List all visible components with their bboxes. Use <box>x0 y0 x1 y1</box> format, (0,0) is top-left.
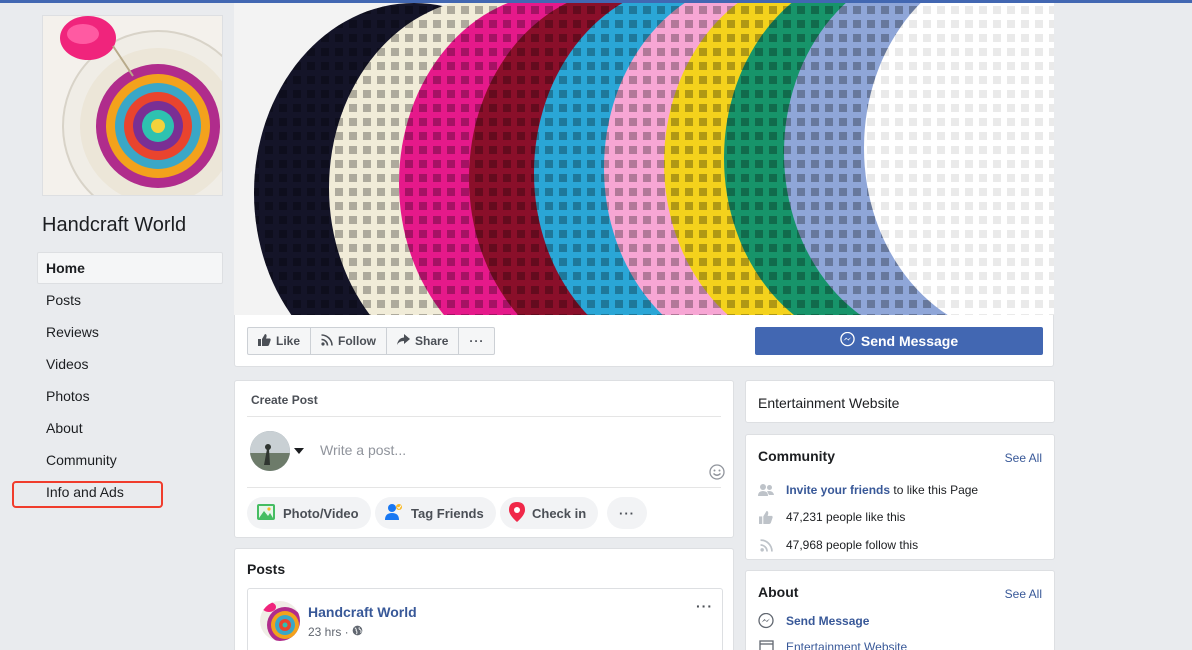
page-profile-picture[interactable] <box>42 15 223 196</box>
chevron-down-icon[interactable] <box>294 448 304 454</box>
follows-count-text: 47,968 people follow this <box>786 538 919 552</box>
sidebar-item-home[interactable]: Home <box>37 252 223 284</box>
post-author-link[interactable]: Handcraft World <box>308 604 417 620</box>
follow-label: Follow <box>338 334 377 348</box>
send-message-label: Send Message <box>860 333 959 349</box>
community-see-all-link[interactable]: See All <box>1005 451 1042 465</box>
messenger-icon <box>758 613 774 629</box>
divider <box>247 487 721 488</box>
rss-icon <box>321 333 333 349</box>
like-button[interactable]: Like <box>248 328 312 354</box>
photo-icon <box>256 503 276 524</box>
create-post-title: Create Post <box>251 393 318 407</box>
messenger-icon <box>840 331 855 350</box>
tag-friends-button[interactable]: Tag Friends <box>375 497 496 529</box>
more-dots-icon: ··· <box>619 505 635 521</box>
avatar[interactable] <box>260 601 300 641</box>
write-post-input[interactable]: Write a post... <box>320 442 406 458</box>
more-dots-icon: ··· <box>469 334 485 348</box>
website-icon <box>758 639 774 650</box>
page-category-card: Entertainment Website <box>745 380 1055 423</box>
rss-icon <box>758 537 774 553</box>
posts-card: Posts Handcraft World 23 hrs · ··· <box>234 548 734 650</box>
sidebar-item-community[interactable]: Community <box>37 444 223 476</box>
page-action-buttons: Like Follow Share ··· <box>247 327 496 355</box>
page-title: Handcraft World <box>42 214 187 236</box>
globe-icon <box>352 625 363 639</box>
community-title: Community <box>758 448 835 464</box>
check-in-button[interactable]: Check in <box>500 497 599 529</box>
invite-friends-row: Invite your friends to like this Page <box>758 482 978 498</box>
sidebar-item-about[interactable]: About <box>37 412 223 444</box>
sidebar-item-photos[interactable]: Photos <box>37 380 223 412</box>
thumbs-up-icon <box>758 509 774 525</box>
about-send-message-link[interactable]: Send Message <box>786 614 869 628</box>
invite-friends-link[interactable]: Invite your friends <box>786 483 890 497</box>
location-pin-icon <box>509 501 525 525</box>
follow-button[interactable]: Follow <box>311 328 388 354</box>
check-in-label: Check in <box>532 505 587 521</box>
post-time-text: 23 hrs · <box>308 625 349 639</box>
likes-count-text: 47,231 people like this <box>786 510 906 524</box>
about-see-all-link[interactable]: See All <box>1005 587 1042 601</box>
like-label: Like <box>276 334 301 348</box>
thumbs-up-icon <box>258 333 271 349</box>
avatar[interactable] <box>250 431 290 471</box>
share-button[interactable]: Share <box>387 328 460 354</box>
about-title: About <box>758 584 799 600</box>
about-card: About See All Send Message Entertainment… <box>745 570 1055 650</box>
about-send-message-row: Send Message <box>758 613 869 629</box>
friends-icon <box>758 482 774 498</box>
tag-friends-icon <box>384 503 404 524</box>
share-label: Share <box>415 334 449 348</box>
post-menu-button[interactable]: ··· <box>696 598 713 614</box>
tag-friends-label: Tag Friends <box>411 505 484 521</box>
community-card: Community See All Invite your friends to… <box>745 434 1055 560</box>
highlight-box <box>12 481 163 508</box>
sidebar-nav: Home Posts Reviews Videos Photos About C… <box>37 252 223 508</box>
cover-photo[interactable] <box>234 3 1054 315</box>
follows-row: 47,968 people follow this <box>758 537 918 553</box>
sidebar-item-posts[interactable]: Posts <box>37 284 223 316</box>
more-options-button[interactable]: ··· <box>607 497 647 529</box>
photo-video-button[interactable]: Photo/Video <box>247 497 371 529</box>
create-post-card: Create Post Write a post... Photo/Video … <box>234 380 734 538</box>
invite-friends-text: to like this Page <box>893 483 979 497</box>
about-website-link[interactable]: Entertainment Website <box>786 640 907 650</box>
page-action-bar: Like Follow Share ··· Send Message <box>234 315 1054 367</box>
photo-video-label: Photo/Video <box>283 505 359 521</box>
likes-row: 47,231 people like this <box>758 509 905 525</box>
divider <box>247 416 721 417</box>
sidebar-item-videos[interactable]: Videos <box>37 348 223 380</box>
sidebar-item-reviews[interactable]: Reviews <box>37 316 223 348</box>
send-message-button[interactable]: Send Message <box>755 327 1043 355</box>
share-arrow-icon <box>397 334 411 348</box>
post-timestamp[interactable]: 23 hrs · <box>308 625 363 639</box>
more-actions-button[interactable]: ··· <box>459 328 494 354</box>
posts-section-title: Posts <box>247 561 286 577</box>
emoji-icon[interactable] <box>709 464 725 480</box>
about-website-row: Entertainment Website <box>758 639 907 650</box>
post-item: Handcraft World 23 hrs · ··· <box>247 588 723 650</box>
page-category[interactable]: Entertainment Website <box>758 395 899 411</box>
